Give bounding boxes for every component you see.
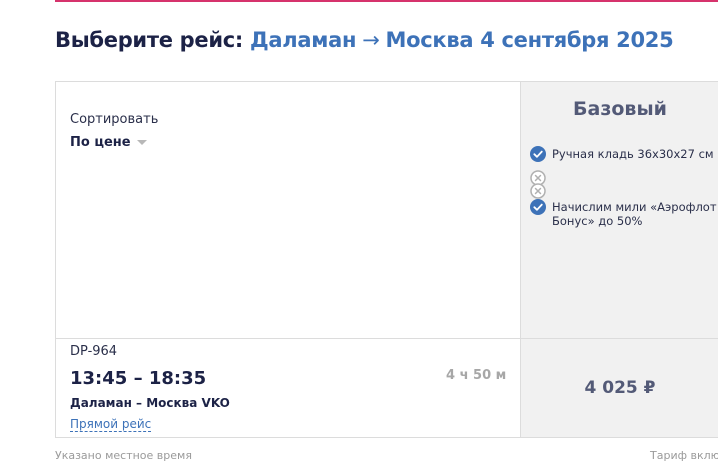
feature-text: Начислим мили «Аэрофлот Бонус» до 50% <box>552 200 717 228</box>
flight-number: DP-964 <box>70 344 118 359</box>
direct-flight-link[interactable]: Прямой рейс <box>70 417 152 432</box>
arrow-right-icon: → <box>362 28 380 52</box>
page-title: Выберите рейс: Даламан → Москва 4 сентября… <box>55 28 674 52</box>
flights-column: Сортировать По цене DP-964 13:45 – 18:35… <box>56 82 521 437</box>
check-icon <box>530 199 546 215</box>
top-accent-line <box>55 0 718 2</box>
destination-date: Москва 4 сентября 2025 <box>385 28 674 52</box>
cross-icon <box>530 183 546 199</box>
tariff-name: Базовый <box>573 98 667 120</box>
check-icon <box>530 146 546 162</box>
row-divider <box>56 338 718 339</box>
tariff-price-button[interactable]: 4 025 ₽ <box>521 378 718 398</box>
flight-duration: 4 ч 50 м <box>446 368 507 383</box>
chevron-down-icon <box>136 140 147 145</box>
page-title-label: Выберите рейс: <box>55 28 244 52</box>
sort-dropdown[interactable]: По цене <box>70 135 147 150</box>
flight-route: Даламан – Москва VKO <box>70 396 230 410</box>
feature-text: Ручная кладь 36x30x27 см <box>552 147 714 161</box>
sort-label: Сортировать <box>70 112 159 127</box>
sort-value: По цене <box>70 135 131 150</box>
tariff-note: Тариф вклю <box>650 449 718 462</box>
origin-city: Даламан <box>250 28 357 52</box>
flight-time: 13:45 – 18:35 <box>70 368 207 389</box>
tariff-column: Базовый Ручная кладь 36x30x27 см Начисли… <box>521 82 718 437</box>
local-time-note: Указано местное время <box>55 449 192 462</box>
flight-selection-table: Сортировать По цене DP-964 13:45 – 18:35… <box>55 81 718 438</box>
